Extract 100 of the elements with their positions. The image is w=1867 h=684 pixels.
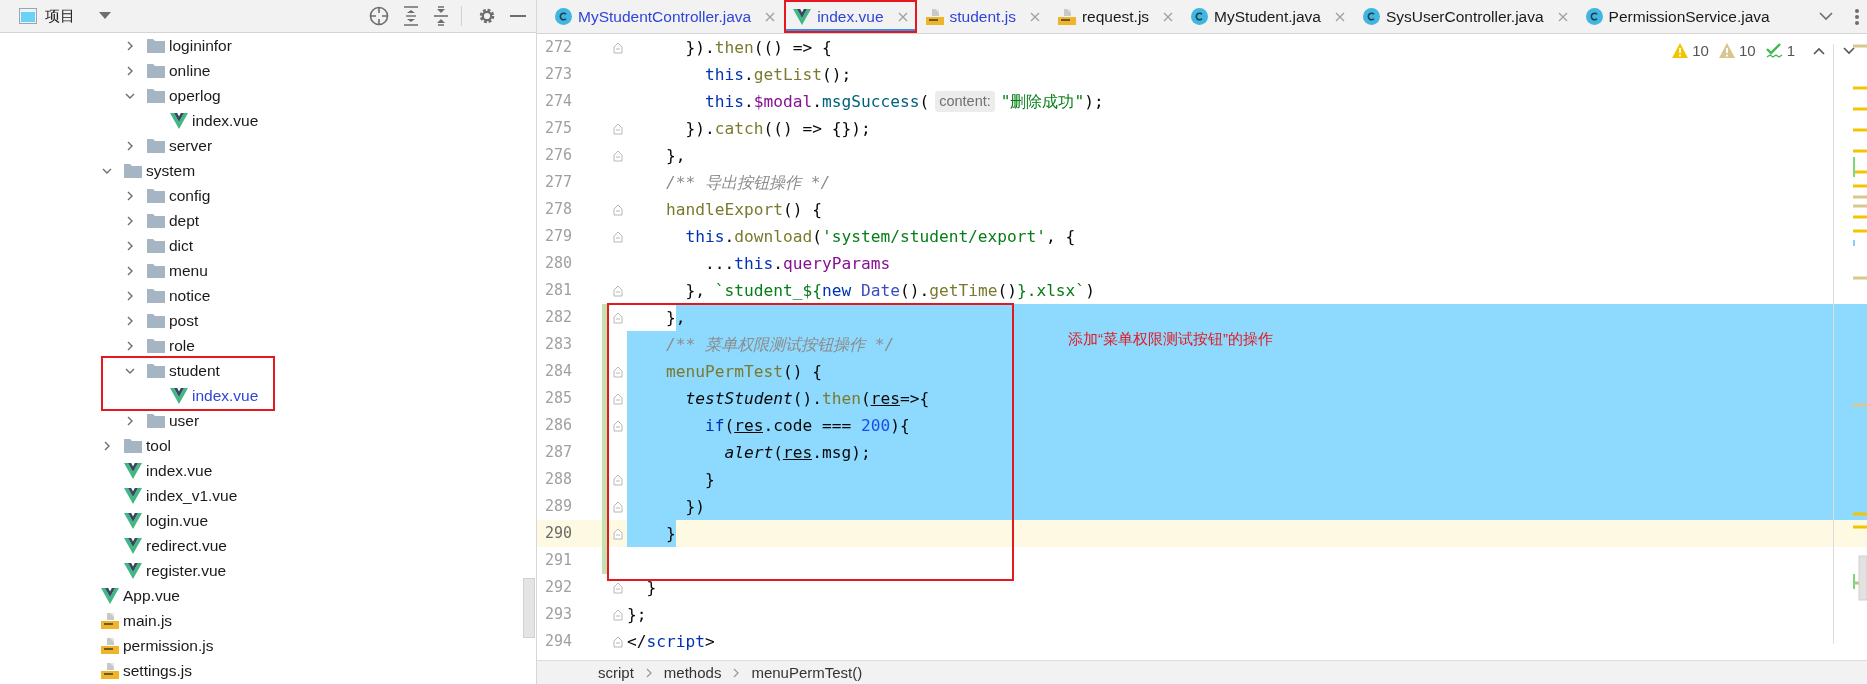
next-icon[interactable] <box>1843 46 1855 55</box>
collapse-all-icon[interactable] <box>433 6 449 26</box>
class-icon <box>1585 8 1603 25</box>
code-text: }, `student_${new Date().getTime()}.xlsx`) <box>684 280 1095 302</box>
folder-name[interactable]: student <box>169 361 220 380</box>
class-icon <box>1191 8 1209 25</box>
editor-tab[interactable]: request.js <box>1048 0 1183 33</box>
close-icon[interactable] <box>765 11 776 22</box>
folder-name[interactable]: role <box>169 336 195 355</box>
code-text: } <box>627 466 715 493</box>
folder-icon <box>147 338 165 353</box>
folder-name[interactable]: logininfor <box>169 36 232 55</box>
line-number: 276 <box>543 145 572 166</box>
folder-name[interactable]: user <box>169 411 200 430</box>
folder-name[interactable]: config <box>169 186 211 205</box>
breadcrumb-item[interactable]: menuPermTest() <box>751 664 863 681</box>
chevron-right-icon <box>733 667 740 678</box>
line-number: 288 <box>543 469 572 490</box>
file-name[interactable]: index.vue <box>192 386 259 405</box>
js-file-icon <box>101 611 119 630</box>
line-number: 273 <box>543 64 572 85</box>
close-icon[interactable] <box>1334 11 1345 22</box>
file-name[interactable]: redirect.vue <box>146 536 227 555</box>
line-number: 275 <box>543 118 572 139</box>
close-icon[interactable] <box>1029 11 1040 22</box>
chevron-down-icon[interactable] <box>1819 12 1833 21</box>
scrollbar-thumb[interactable] <box>523 578 535 638</box>
folder-name[interactable]: server <box>169 136 213 155</box>
close-icon[interactable] <box>1163 11 1174 22</box>
file-name[interactable]: App.vue <box>123 586 180 605</box>
folder-icon <box>147 213 165 228</box>
close-icon[interactable] <box>897 11 908 22</box>
folder-icon <box>147 313 165 328</box>
vue-file-icon <box>124 462 142 479</box>
code-text: }).then(() => { <box>684 37 832 59</box>
breadcrumb-item[interactable]: script <box>598 664 634 681</box>
line-number: 272 <box>543 37 572 58</box>
problem-count: 10 <box>1692 42 1709 59</box>
folder-icon <box>124 163 142 178</box>
vue-file-icon <box>101 587 119 604</box>
close-icon[interactable] <box>1557 11 1568 22</box>
file-name[interactable]: settings.js <box>123 661 192 680</box>
folder-name[interactable]: dept <box>169 211 200 230</box>
folder-name[interactable]: online <box>169 61 211 80</box>
code-text: menuPermTest() { <box>627 358 822 385</box>
line-number: 285 <box>543 388 572 409</box>
folder-icon <box>147 188 165 203</box>
line-number: 282 <box>543 307 572 328</box>
file-name[interactable]: index.vue <box>192 111 259 130</box>
annotation-note: 添加“菜单权限测试按钮”的操作 <box>1068 330 1273 349</box>
code-text: this.getList(); <box>703 64 852 86</box>
editor-tab[interactable]: SysUserController.java <box>1353 0 1577 33</box>
folder-name[interactable]: post <box>169 311 199 330</box>
previous-icon[interactable] <box>1813 46 1825 55</box>
line-number: 279 <box>543 226 572 247</box>
file-name[interactable]: register.vue <box>146 561 227 580</box>
code-text: this.$modal.msgSuccess( content: "删除成功"); <box>703 90 1104 114</box>
file-name[interactable]: permission.js <box>123 636 214 655</box>
editor-tab[interactable]: student.js <box>916 0 1049 33</box>
editor-tab[interactable]: PermissionService.java <box>1576 0 1779 33</box>
line-number: 290 <box>543 523 572 544</box>
editor-tab[interactable]: MyStudentController.java <box>546 0 785 33</box>
expand-all-icon[interactable] <box>403 6 419 26</box>
settings-icon[interactable] <box>478 7 496 25</box>
vue-file-icon <box>170 387 188 404</box>
folder-name[interactable]: operlog <box>169 86 221 105</box>
code-text: }, <box>664 145 686 167</box>
vue-file-icon <box>170 112 188 129</box>
breadcrumb-item[interactable]: methods <box>663 664 722 681</box>
file-name[interactable]: index.vue <box>146 461 213 480</box>
problem-count: 1 <box>1786 42 1795 59</box>
code-text: ...this.queryParams <box>703 253 891 275</box>
folder-name[interactable]: dict <box>169 236 194 255</box>
line-number: 289 <box>543 496 572 517</box>
class-icon <box>555 8 572 25</box>
folder-icon <box>147 38 165 53</box>
line-number: 294 <box>543 631 572 652</box>
dropdown-caret-icon[interactable] <box>99 12 111 20</box>
code-text: } <box>645 577 657 599</box>
folder-name[interactable]: menu <box>169 261 208 280</box>
code-text: }) <box>627 493 705 520</box>
file-name[interactable]: login.vue <box>146 511 209 530</box>
file-name[interactable]: main.js <box>123 611 173 630</box>
code-text: this.download('system/student/export', { <box>684 226 1076 248</box>
minimize-icon[interactable] <box>510 14 526 18</box>
folder-name[interactable]: system <box>146 161 196 180</box>
file-name[interactable]: index_v1.vue <box>146 486 238 505</box>
folder-name[interactable]: tool <box>146 436 171 455</box>
locate-icon[interactable] <box>369 6 389 26</box>
line-number: 286 <box>543 415 572 436</box>
folder-icon <box>147 263 165 278</box>
problem-count: 10 <box>1738 42 1756 59</box>
editor-tab[interactable]: MyStudent.java <box>1182 0 1354 33</box>
code-text: /** 菜单权限测试按钮操作 */ <box>627 331 895 358</box>
folder-name[interactable]: notice <box>169 286 211 305</box>
vue-file-icon <box>124 487 142 504</box>
code-text: }; <box>627 604 647 626</box>
line-number: 283 <box>543 334 572 355</box>
editor-tab[interactable]: index.vue <box>784 0 917 33</box>
more-icon[interactable] <box>1855 8 1859 25</box>
